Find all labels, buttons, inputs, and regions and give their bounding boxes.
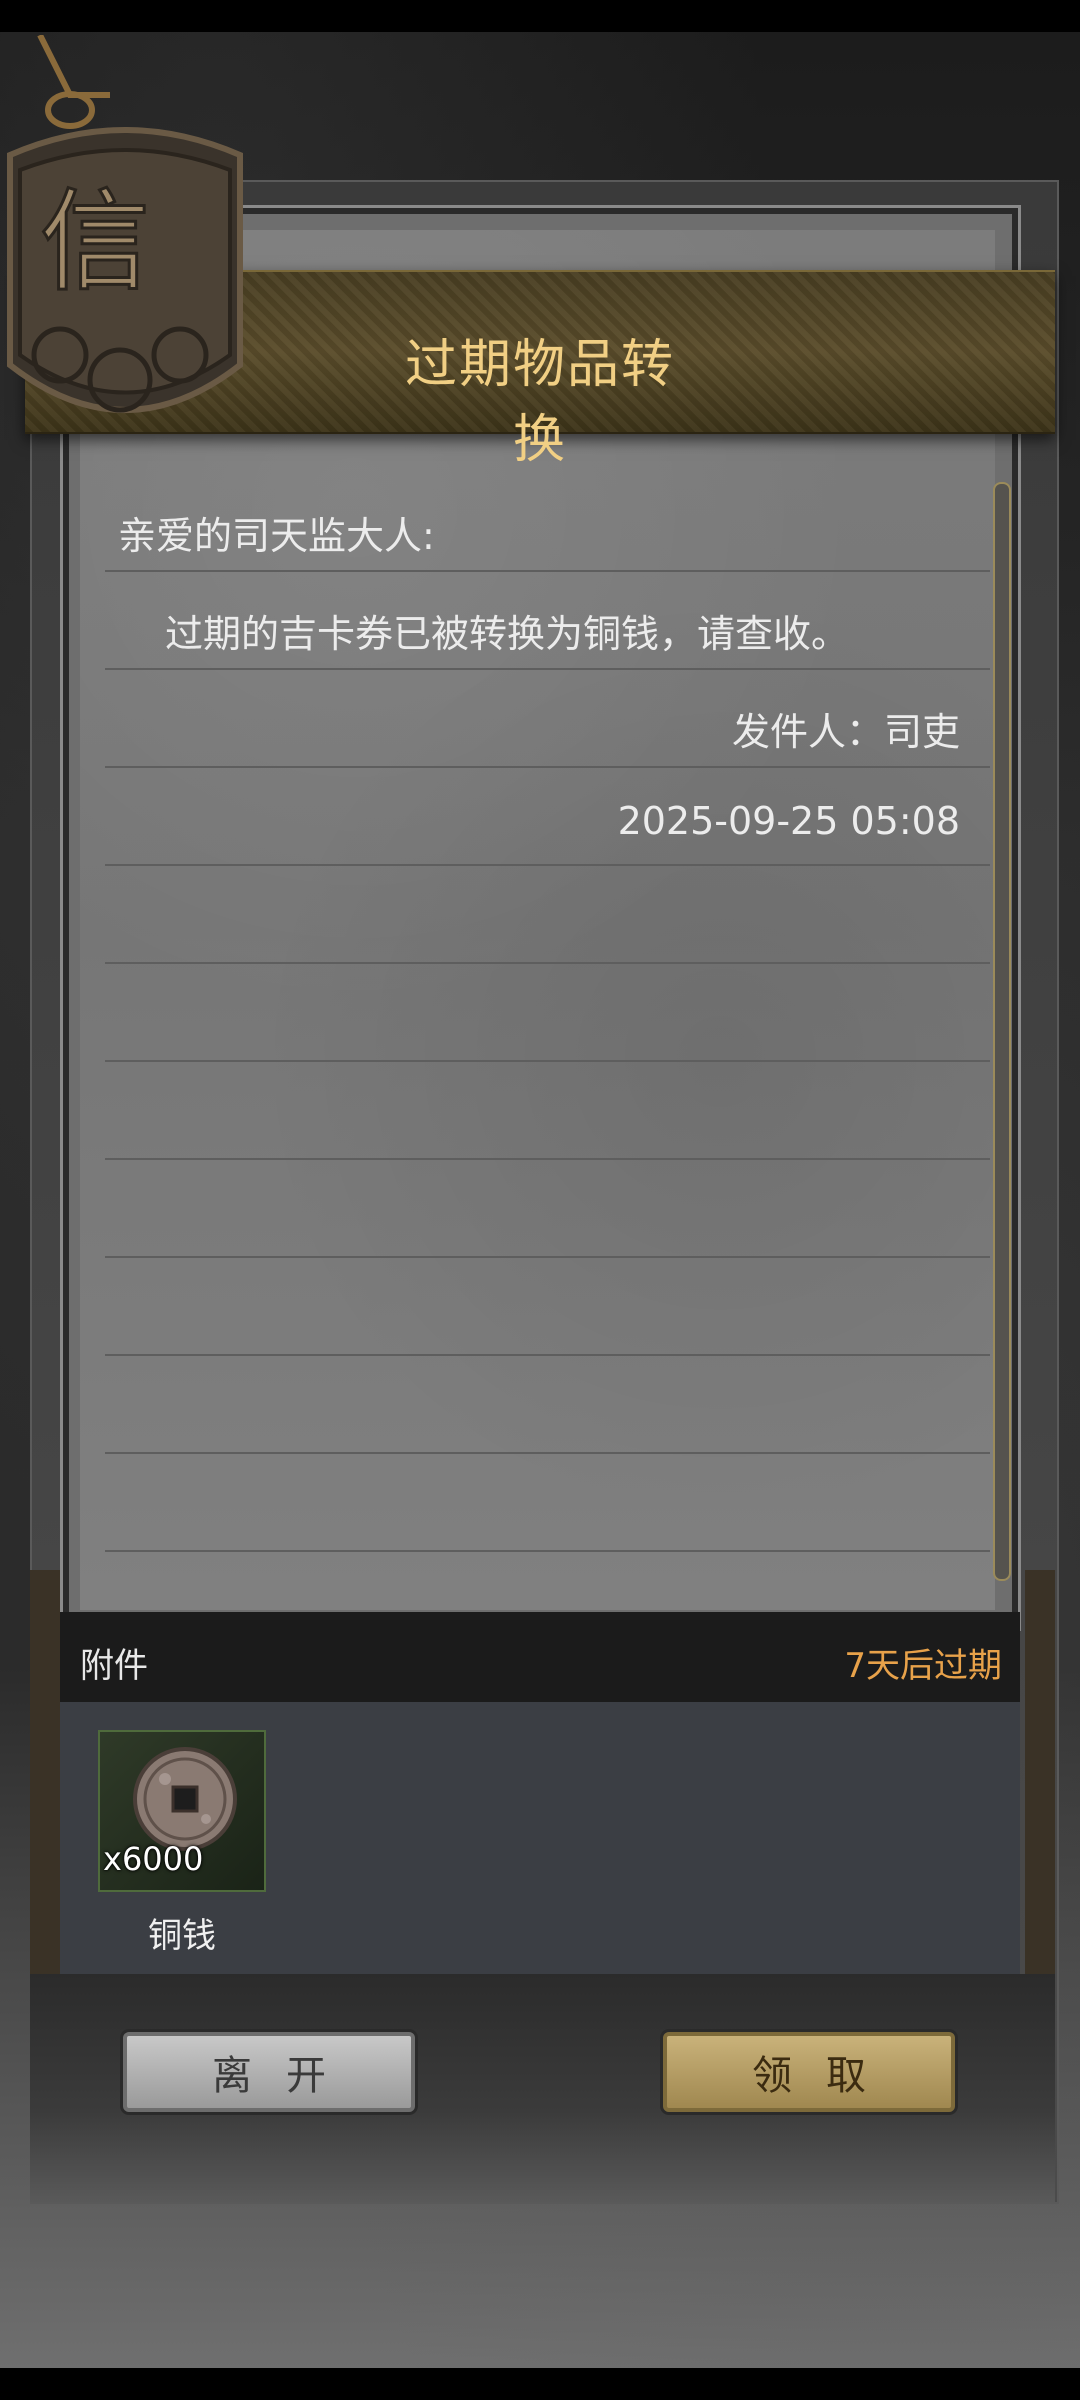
ruled-line [105, 1256, 990, 1258]
ruled-line [105, 1060, 990, 1062]
ruled-line [105, 864, 990, 866]
ruled-line [105, 766, 990, 768]
mail-greeting: 亲爱的司天监大人: [118, 514, 435, 558]
attachment-label: 附件 [80, 1646, 148, 1686]
mail-body: 过期的吉卡券已被转换为铜钱，请查收。 [165, 612, 850, 656]
item-count: x6000 [103, 1840, 204, 1878]
mail-datetime: 2025-09-25 05:08 [617, 799, 960, 843]
ruled-line [105, 1452, 990, 1454]
status-bar [0, 0, 1080, 32]
ruled-line [105, 1550, 990, 1552]
ruled-line [105, 1354, 990, 1356]
seal-pendant-icon: 信 [7, 35, 243, 413]
navigation-bar [0, 2368, 1080, 2400]
ruled-line [105, 962, 990, 964]
copper-coin-icon [133, 1747, 237, 1851]
ruled-line [105, 1158, 990, 1160]
ruled-line [105, 668, 990, 670]
letter-scrollbar[interactable] [993, 482, 1011, 1581]
leave-button[interactable]: 离开 [123, 2032, 415, 2112]
item-name: 铜钱 [148, 1916, 216, 1956]
claim-button[interactable]: 领取 [663, 2032, 955, 2112]
mail-title: 过期物品转换 [404, 335, 675, 470]
mail-sender: 发件人：司吏 [731, 710, 960, 754]
ruled-line [105, 570, 990, 572]
attachment-expire: 7天后过期 [844, 1646, 1002, 1686]
seal-character: 信 [40, 178, 150, 306]
